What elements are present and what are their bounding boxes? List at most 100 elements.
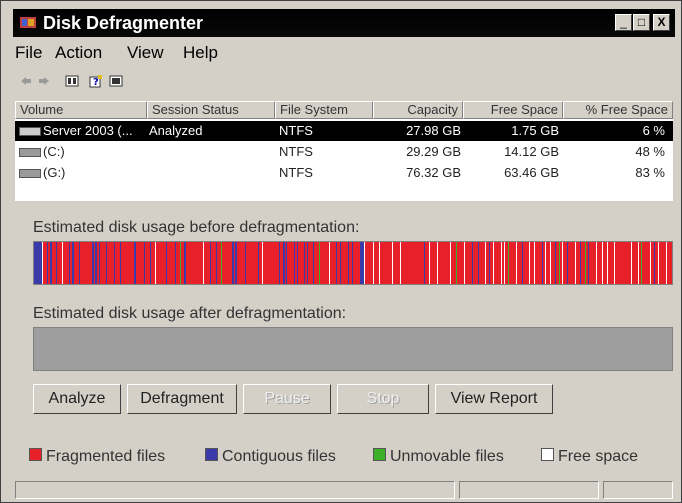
free-space-segment xyxy=(666,242,667,284)
contiguous-segment xyxy=(69,242,70,284)
free-space-segment xyxy=(516,242,517,284)
menu-file[interactable]: File xyxy=(15,43,42,63)
contiguous-segment xyxy=(134,242,136,284)
defragment-button[interactable]: Defragment xyxy=(127,384,237,414)
forward-icon[interactable] xyxy=(37,74,51,88)
free-space-segment xyxy=(534,242,535,284)
analysis-panel: Estimated disk usage before defragmentat… xyxy=(15,207,673,469)
status-bar xyxy=(13,479,675,501)
unmovable-segment xyxy=(456,242,457,284)
free-space: 14.12 GB xyxy=(504,144,559,159)
column-session-status[interactable]: Session Status xyxy=(147,101,275,119)
help-icon[interactable]: ? xyxy=(89,74,103,88)
free-space-segment xyxy=(575,242,576,284)
legend-contiguous: Contiguous files xyxy=(205,448,336,466)
contiguous-segment xyxy=(120,242,121,284)
contiguous-segment xyxy=(79,242,80,284)
contiguous-segment xyxy=(92,242,94,284)
stop-button[interactable]: Stop xyxy=(337,384,429,414)
file-system: NTFS xyxy=(279,165,313,180)
contiguous-segment xyxy=(542,242,543,284)
percent-free: 6 % xyxy=(642,123,665,138)
contiguous-segment xyxy=(336,242,337,284)
free-space-segment xyxy=(504,242,505,284)
contiguous-segment xyxy=(114,242,115,284)
contiguous-segment xyxy=(99,242,100,284)
unmovable-segment xyxy=(641,242,642,284)
file-system: NTFS xyxy=(279,144,313,159)
contiguous-segment xyxy=(588,242,589,284)
free-space-segment xyxy=(658,242,659,284)
free-space: 1.75 GB xyxy=(511,123,559,138)
volume-name: (G:) xyxy=(43,165,66,180)
unmovable-segment xyxy=(221,242,222,284)
free-space-segment xyxy=(203,242,204,284)
free-space-segment xyxy=(631,242,632,284)
free-space-segment xyxy=(429,242,430,284)
maximize-button[interactable]: □ xyxy=(633,14,650,31)
contiguous-segment xyxy=(210,242,211,284)
unmovable-segment xyxy=(559,242,560,284)
title-bar[interactable]: Disk Defragmenter _ □ X xyxy=(13,9,675,37)
column-file-system[interactable]: File System xyxy=(275,101,373,119)
free-space-segment xyxy=(329,242,330,284)
pause-button[interactable]: Pause xyxy=(243,384,331,414)
console-icon[interactable] xyxy=(109,74,123,88)
free-space-segment xyxy=(650,242,651,284)
contiguous-segment xyxy=(304,242,305,284)
column-volume[interactable]: Volume xyxy=(15,101,147,119)
contiguous-segment xyxy=(348,242,349,284)
contiguous-swatch xyxy=(205,448,218,461)
volume-row-g[interactable]: (G:) NTFS 76.32 GB 63.46 GB 83 % xyxy=(15,163,673,183)
menu-view[interactable]: View xyxy=(127,43,164,63)
contiguous-segment xyxy=(424,242,425,284)
legend-free-space: Free space xyxy=(541,448,638,466)
free-space-segment xyxy=(364,242,365,284)
unmovable-swatch xyxy=(373,448,386,461)
status-pane-3 xyxy=(603,481,673,499)
free-space-segment xyxy=(62,242,63,284)
minimize-button[interactable]: _ xyxy=(615,14,632,31)
column-capacity[interactable]: Capacity xyxy=(373,101,463,119)
hard-drive-icon xyxy=(19,127,41,136)
free-space-segment xyxy=(400,242,401,284)
status-pane-main xyxy=(15,481,455,499)
contiguous-segment xyxy=(258,242,259,284)
free-space-segment xyxy=(437,242,438,284)
free-space: 63.46 GB xyxy=(504,165,559,180)
capacity: 27.98 GB xyxy=(406,123,461,138)
menu-action[interactable]: Action xyxy=(55,43,102,63)
contiguous-segment xyxy=(313,242,314,284)
percent-free: 48 % xyxy=(635,144,665,159)
volume-row-c[interactable]: (C:) NTFS 29.29 GB 14.12 GB 48 % xyxy=(15,142,673,162)
contiguous-segment xyxy=(472,242,473,284)
back-icon[interactable] xyxy=(19,74,33,88)
after-defrag-display xyxy=(33,327,673,371)
hard-drive-icon xyxy=(19,148,41,157)
disk-defragmenter-window: Disk Defragmenter _ □ X File Action View… xyxy=(0,0,682,503)
view-report-button[interactable]: View Report xyxy=(435,384,553,414)
free-space-segment xyxy=(607,242,608,284)
contiguous-segment xyxy=(56,242,57,284)
free-space-segment xyxy=(638,242,639,284)
menu-help[interactable]: Help xyxy=(183,43,218,63)
column-percent-free[interactable]: % Free Space xyxy=(563,101,673,119)
contiguous-segment xyxy=(283,242,285,284)
analyze-button[interactable]: Analyze xyxy=(33,384,121,414)
contiguous-segment xyxy=(166,242,167,284)
close-button[interactable]: X xyxy=(653,14,670,31)
contiguous-segment xyxy=(567,242,568,284)
contiguous-segment xyxy=(106,242,107,284)
volume-row-server-2003[interactable]: Server 2003 (... Analyzed NTFS 27.98 GB … xyxy=(15,121,673,141)
contiguous-segment xyxy=(50,242,52,284)
properties-icon[interactable] xyxy=(65,74,79,88)
contiguous-segment xyxy=(235,242,237,284)
contiguous-segment xyxy=(294,242,295,284)
free-space-segment xyxy=(464,242,465,284)
free-space-segment xyxy=(614,242,615,284)
free-space-segment xyxy=(42,242,43,284)
unmovable-segment xyxy=(585,242,586,284)
contiguous-segment xyxy=(72,242,74,284)
contiguous-segment xyxy=(245,242,246,284)
column-free-space[interactable]: Free Space xyxy=(463,101,563,119)
